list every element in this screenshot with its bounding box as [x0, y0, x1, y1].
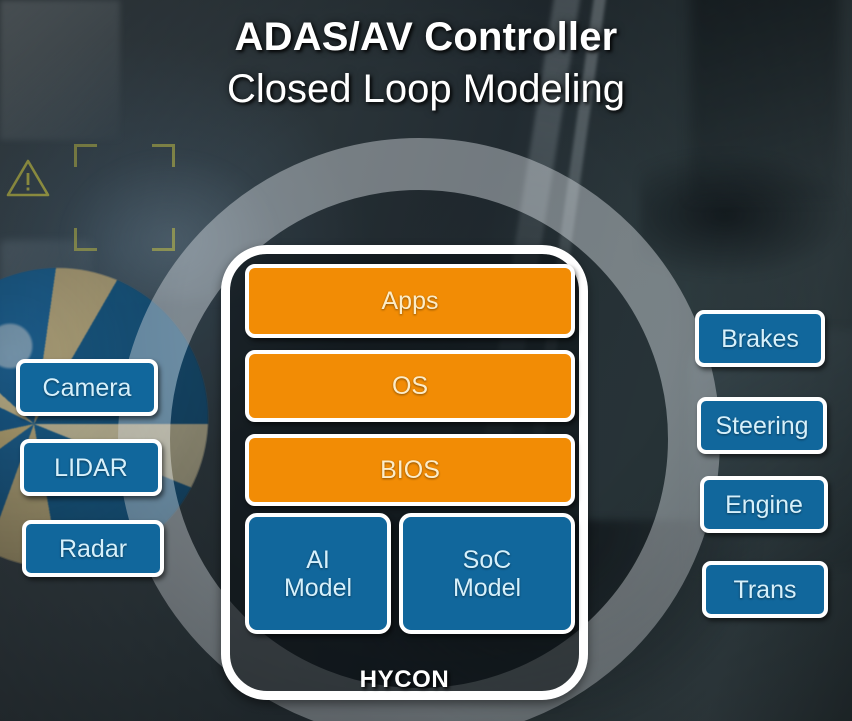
actuator-trans[interactable]: Trans — [702, 561, 828, 618]
slide-canvas: ADAS/AV Controller Closed Loop Modeling … — [0, 0, 852, 721]
page-title: ADAS/AV Controller — [234, 15, 618, 59]
software-layer-apps[interactable]: Apps — [245, 264, 575, 338]
software-layer-apps-label: Apps — [381, 287, 439, 315]
sensor-camera[interactable]: Camera — [16, 359, 158, 416]
model-block-soc-label-line2: Model — [452, 573, 522, 602]
actuator-brakes-label: Brakes — [721, 324, 799, 353]
actuator-engine-label: Engine — [725, 490, 803, 519]
heading-block: ADAS/AV Controller Closed Loop Modeling — [0, 15, 852, 112]
software-layer-bios-label: BIOS — [380, 456, 440, 484]
hycon-controller-name: HYCON — [359, 666, 450, 693]
model-block-soc-label-line1: SoC — [462, 545, 512, 574]
model-block-ai-label-line2: Model — [283, 573, 353, 602]
sensor-radar-label: Radar — [58, 534, 128, 563]
actuator-brakes[interactable]: Brakes — [695, 310, 825, 367]
software-layer-bios[interactable]: BIOS — [245, 434, 575, 506]
actuator-trans-label: Trans — [733, 575, 797, 604]
software-layer-os-label: OS — [391, 372, 429, 400]
sensor-radar[interactable]: Radar — [22, 520, 164, 577]
model-block-ai-label-line1: AI — [306, 545, 330, 574]
model-block-soc[interactable]: SoC Model — [399, 513, 575, 634]
page-subtitle: Closed Loop Modeling — [226, 67, 626, 112]
sensor-camera-label: Camera — [42, 373, 132, 402]
sensor-lidar-label: LIDAR — [54, 453, 128, 482]
actuator-engine[interactable]: Engine — [700, 476, 828, 533]
actuator-steering[interactable]: Steering — [697, 397, 827, 454]
model-block-ai[interactable]: AI Model — [245, 513, 391, 634]
software-layer-os[interactable]: OS — [245, 350, 575, 422]
actuator-steering-label: Steering — [715, 411, 809, 440]
sensor-lidar[interactable]: LIDAR — [20, 439, 162, 496]
